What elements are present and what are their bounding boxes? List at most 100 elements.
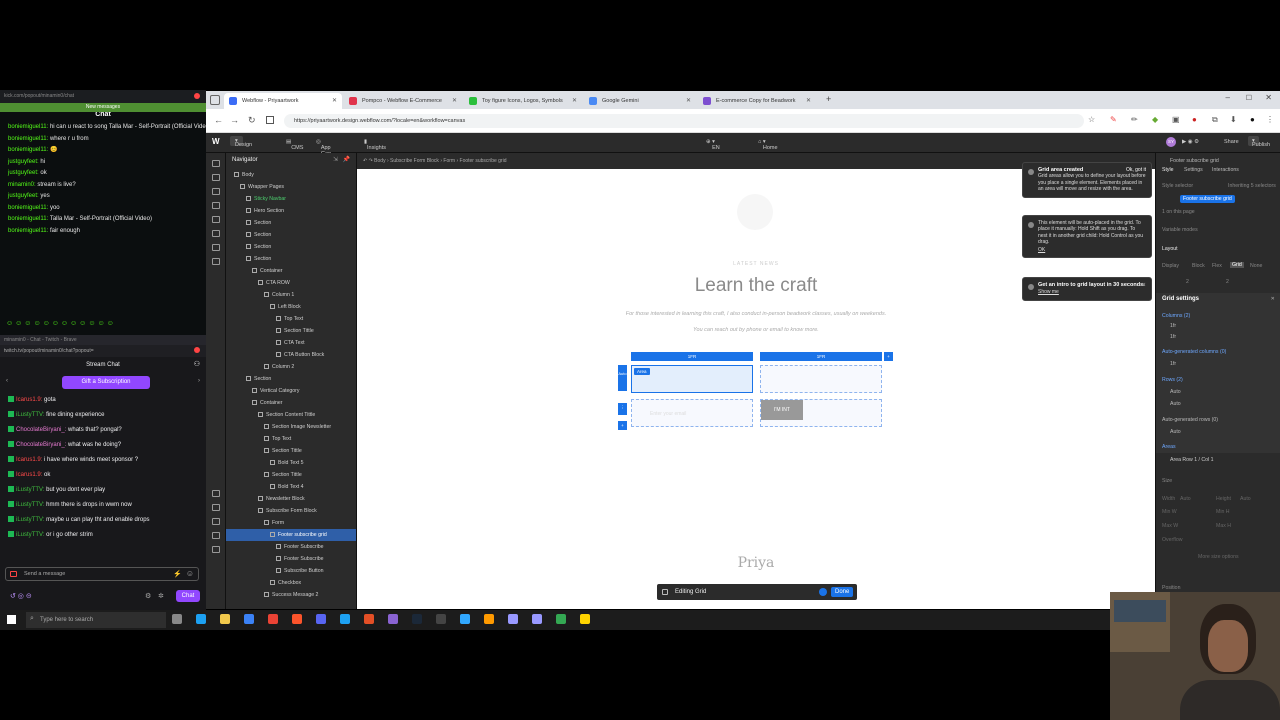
insights-tab[interactable]: ▮ Insights [364,139,386,151]
assets-icon[interactable] [211,244,220,251]
navigator-item[interactable]: Sticky Navbar [226,193,356,205]
navigator-item[interactable]: Vertical Category [226,385,356,397]
browser-tab[interactable]: Toy figure Icons, Logos, Symbols ✕ [464,93,582,109]
grid-area-1[interactable]: Area [631,365,753,393]
display-flex[interactable]: Flex [1212,263,1222,269]
extension-icon[interactable]: ◆ [1152,115,1158,124]
close-tab-icon[interactable]: ✕ [452,97,457,104]
settings-tab[interactable]: Settings [1184,167,1203,173]
navigator-item[interactable]: Body [226,169,356,181]
reload-icon[interactable]: ↻ [248,115,256,126]
toggle-icon[interactable] [819,588,827,596]
collapse-icon[interactable]: ⇲ [333,156,338,163]
chrome-icon[interactable] [556,614,566,624]
locale-select[interactable]: ⊕ EN ▾ [706,139,720,151]
chat-username[interactable]: minamin0: [8,182,36,188]
pen-icon[interactable]: ✏ [1131,115,1138,124]
bits-icon[interactable]: ⚡ [173,570,182,578]
display-block[interactable]: Block [1192,263,1205,269]
back-icon[interactable]: ← [214,115,223,125]
audit-icon[interactable] [211,518,220,525]
store-icon[interactable] [244,614,254,624]
breadcrumb-item[interactable]: Subscribe Form Block [390,158,439,164]
more-size-options[interactable]: More size options [1198,554,1239,560]
area-label[interactable]: Area [634,368,650,375]
navigator-item[interactable]: Footer Subscribe [226,553,356,565]
photoshop-icon[interactable] [460,614,470,624]
chat-username[interactable]: iLustyTTV: [16,502,44,508]
file-explorer-icon[interactable] [220,614,230,624]
variables-icon[interactable] [211,216,220,223]
navigator-item[interactable]: Section Tittle [226,445,356,457]
design-tab[interactable]: Design ▾ [230,136,252,148]
chat-username[interactable]: boniemiguel11: [8,228,48,234]
brave-icon[interactable] [292,614,302,624]
browser-tab[interactable]: Webflow - Priyaartwork ✕ [224,93,342,109]
chat-username[interactable]: Icarus1.9: [16,397,42,403]
browser-tab[interactable]: Pompco - Webflow E-Commerce ✕ [344,93,462,109]
close-icon[interactable]: ✕ [1142,282,1146,288]
windows-start-icon[interactable] [7,615,16,624]
chat-username[interactable]: ChocolateBiryani_: [16,427,66,433]
chat-username[interactable]: iLustyTTV: [16,517,44,523]
sidebar-icon[interactable] [266,116,274,124]
navigator-item[interactable]: Top Text [226,433,356,445]
preview-icon[interactable]: ▶ ◉ ⚙ [1182,139,1199,145]
variable-modes-label[interactable]: Variable modes [1162,227,1198,233]
class-chip[interactable]: Footer subscribe grid [1180,195,1235,203]
undo-redo-icon[interactable]: ↶ ↷ [357,158,374,164]
done-button[interactable]: Done [831,587,854,597]
keyboard-icon[interactable] [211,546,220,553]
navigator-item[interactable]: Section Image Newsletter [226,421,356,433]
cms-tab[interactable]: ▤ CMS [286,139,303,151]
gift-icon[interactable] [10,571,17,577]
menu-icon[interactable]: ⋮ [1266,115,1274,124]
browser-tab[interactable]: Google Gemini ✕ [584,93,696,109]
chat-username[interactable]: Icarus1.9: [16,457,42,463]
shield-icon[interactable] [194,93,200,99]
navigator-item[interactable]: Bold Text 4 [226,481,356,493]
styles-icon[interactable] [211,230,220,237]
app-icon[interactable] [388,614,398,624]
grid-gap-1[interactable]: 2 [1186,279,1189,285]
task-view-icon[interactable] [172,614,182,624]
grid-cell-1-2[interactable] [760,365,882,393]
navigator-item[interactable]: Section [226,241,356,253]
add-icon[interactable] [211,160,220,167]
auto-row-value[interactable]: Auto [1170,429,1181,435]
navigator-icon[interactable] [211,188,220,195]
email-field[interactable]: Enter your email [650,411,686,417]
navigator-item[interactable]: Wrapper Pages [226,181,356,193]
navigator-item[interactable]: Newsletter Block [226,493,356,505]
gift-subscription-button[interactable]: Gift a Subscription [62,376,150,389]
steam-icon[interactable] [412,614,422,624]
grid-cell-2-1[interactable]: Enter your email [631,399,753,427]
auto-column-value[interactable]: 1fr [1170,361,1176,367]
extension-icon[interactable]: ✎ [1110,115,1117,124]
forward-icon[interactable]: → [230,115,239,125]
row-2-handle[interactable]: ⋮ [618,403,627,415]
emote-row[interactable]: ☺☺☺☺☺☺☺☺☺☺☺☺ [6,320,116,327]
close-icon[interactable]: ✕ [1271,296,1275,302]
chat-username[interactable]: ChocolateBiryani_: [16,442,66,448]
chat-username[interactable]: Icarus1.9: [16,472,42,478]
breadcrumb-item[interactable]: Body [374,158,385,164]
chrome-icon[interactable] [268,614,278,624]
show-me-link[interactable]: Show me [1038,289,1146,295]
maximize-icon[interactable]: ☐ [1246,94,1252,102]
navigator-item[interactable]: Container [226,397,356,409]
close-tab-icon[interactable]: ✕ [806,97,811,104]
navigator-item[interactable]: Form [226,517,356,529]
chat-username[interactable]: iLustyTTV: [16,487,44,493]
chat-username[interactable]: boniemiguel11: [8,136,48,142]
notes-icon[interactable] [580,614,590,624]
extension-icon[interactable]: ● [1192,115,1197,124]
page-select[interactable]: ⌂ Home ▾ [758,139,778,151]
height-input[interactable]: Auto [1240,496,1251,502]
navigator-item[interactable]: Left Block [226,301,356,313]
breadcrumb-item[interactable]: Form [443,158,455,164]
chat-send-button[interactable]: Chat [176,590,200,602]
send-message-input[interactable]: Send a message ⚡ ☺ [5,567,199,581]
after-effects-icon[interactable] [532,614,542,624]
navigator-item[interactable]: Section [226,253,356,265]
